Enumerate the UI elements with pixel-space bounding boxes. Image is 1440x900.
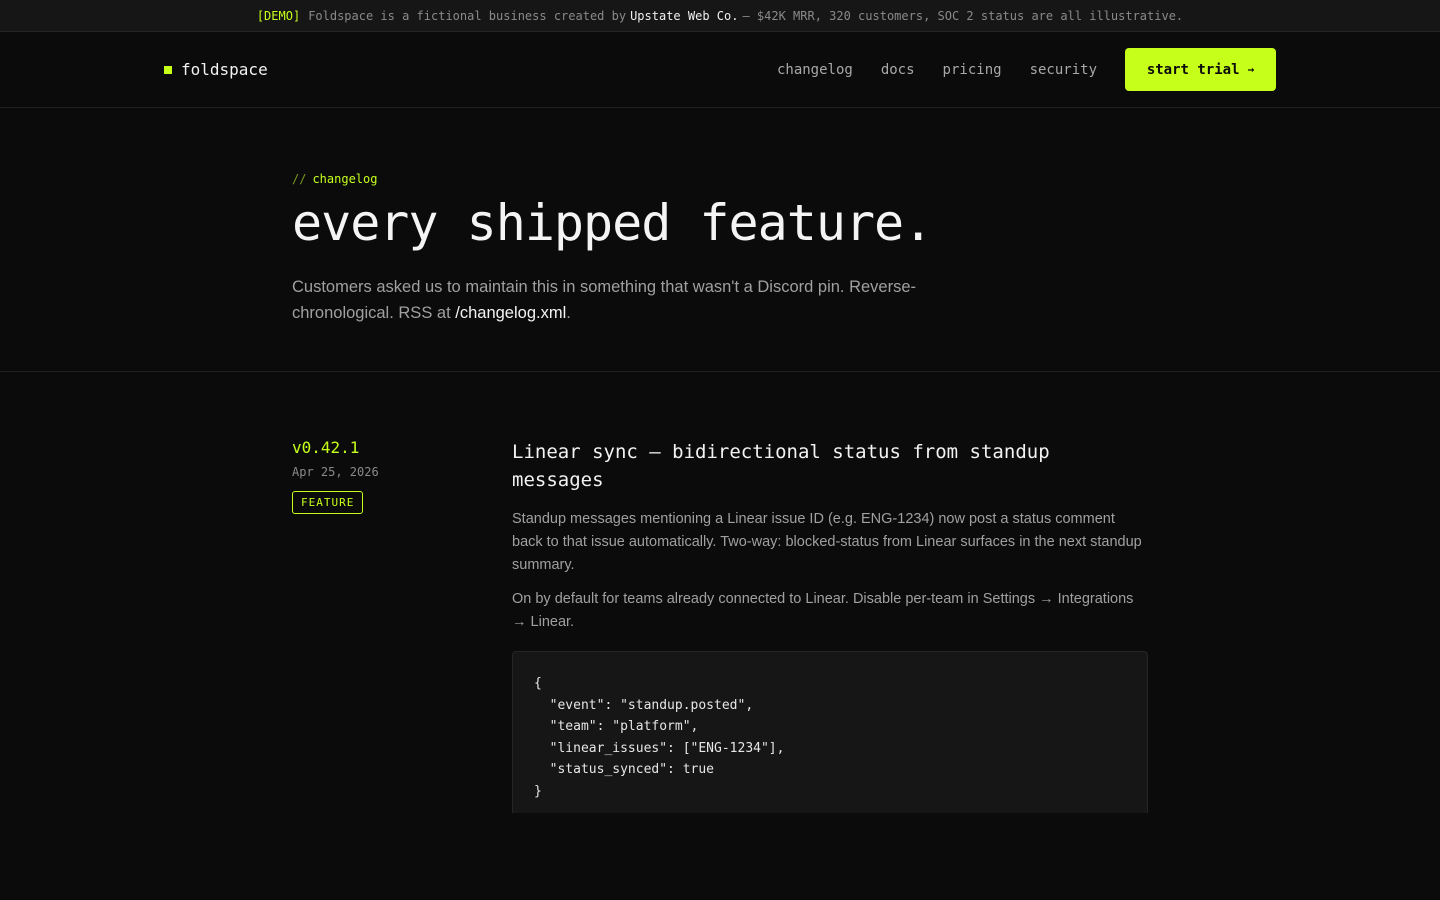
hero-lede: Customers asked us to maintain this in s… (292, 274, 952, 326)
code-block: { "event": "standup.posted", "team": "pl… (512, 651, 1148, 813)
nav-docs[interactable]: docs (881, 62, 915, 78)
banner-text-after: — $42K MRR, 320 customers, SOC 2 status … (742, 8, 1184, 23)
nav-pricing[interactable]: pricing (943, 62, 1002, 78)
changelog-entry: v0.42.1 Apr 25, 2026 FEATURE Linear sync… (0, 372, 1440, 813)
entry-paragraph: Standup messages mentioning a Linear iss… (512, 511, 1142, 573)
demo-tag: [DEMO] (256, 8, 301, 23)
demo-banner: [DEMO] Foldspace is a fictional business… (0, 0, 1440, 32)
entry-version: v0.42.1 (292, 438, 360, 457)
code-content: { "event": "standup.posted", "team": "pl… (534, 676, 785, 799)
logo[interactable]: foldspace (164, 60, 268, 79)
entry-meta: v0.42.1 Apr 25, 2026 FEATURE (292, 438, 512, 813)
entry-body: Linear sync — bidirectional status from … (512, 438, 1148, 813)
logo-square-icon (164, 65, 172, 74)
hero: // changelog every shipped feature. Custo… (0, 108, 1440, 372)
page-title: every shipped feature. (292, 194, 933, 252)
rss-link[interactable]: /changelog.xml (455, 304, 566, 322)
feature-badge: FEATURE (292, 491, 364, 514)
eyebrow: // changelog (292, 172, 1440, 186)
nav-security[interactable]: security (1030, 62, 1097, 78)
start-trial-label: start trial (1146, 61, 1240, 78)
lede-text: Customers asked us to maintain this in s… (292, 278, 917, 322)
banner-brand-link[interactable]: Upstate Web Co. (630, 9, 738, 23)
eyebrow-label: changelog (312, 172, 378, 186)
lede-end: . (566, 304, 571, 322)
nav-changelog[interactable]: changelog (777, 62, 853, 78)
logo-text: foldspace (181, 60, 268, 79)
entry-title: Linear sync — bidirectional status from … (512, 441, 1050, 491)
main-nav: changelog docs pricing security start tr… (749, 48, 1276, 91)
start-trial-button[interactable]: start trial → (1125, 48, 1276, 91)
banner-text-before: Foldspace is a fictional business create… (308, 8, 627, 23)
eyebrow-slashes: // (292, 172, 307, 186)
entry-date: Apr 25, 2026 (292, 465, 379, 479)
entry-paragraph: On by default for teams already connecte… (512, 591, 1134, 630)
site-header: foldspace changelog docs pricing securit… (0, 32, 1440, 108)
arrow-right-icon: → (1247, 63, 1255, 76)
